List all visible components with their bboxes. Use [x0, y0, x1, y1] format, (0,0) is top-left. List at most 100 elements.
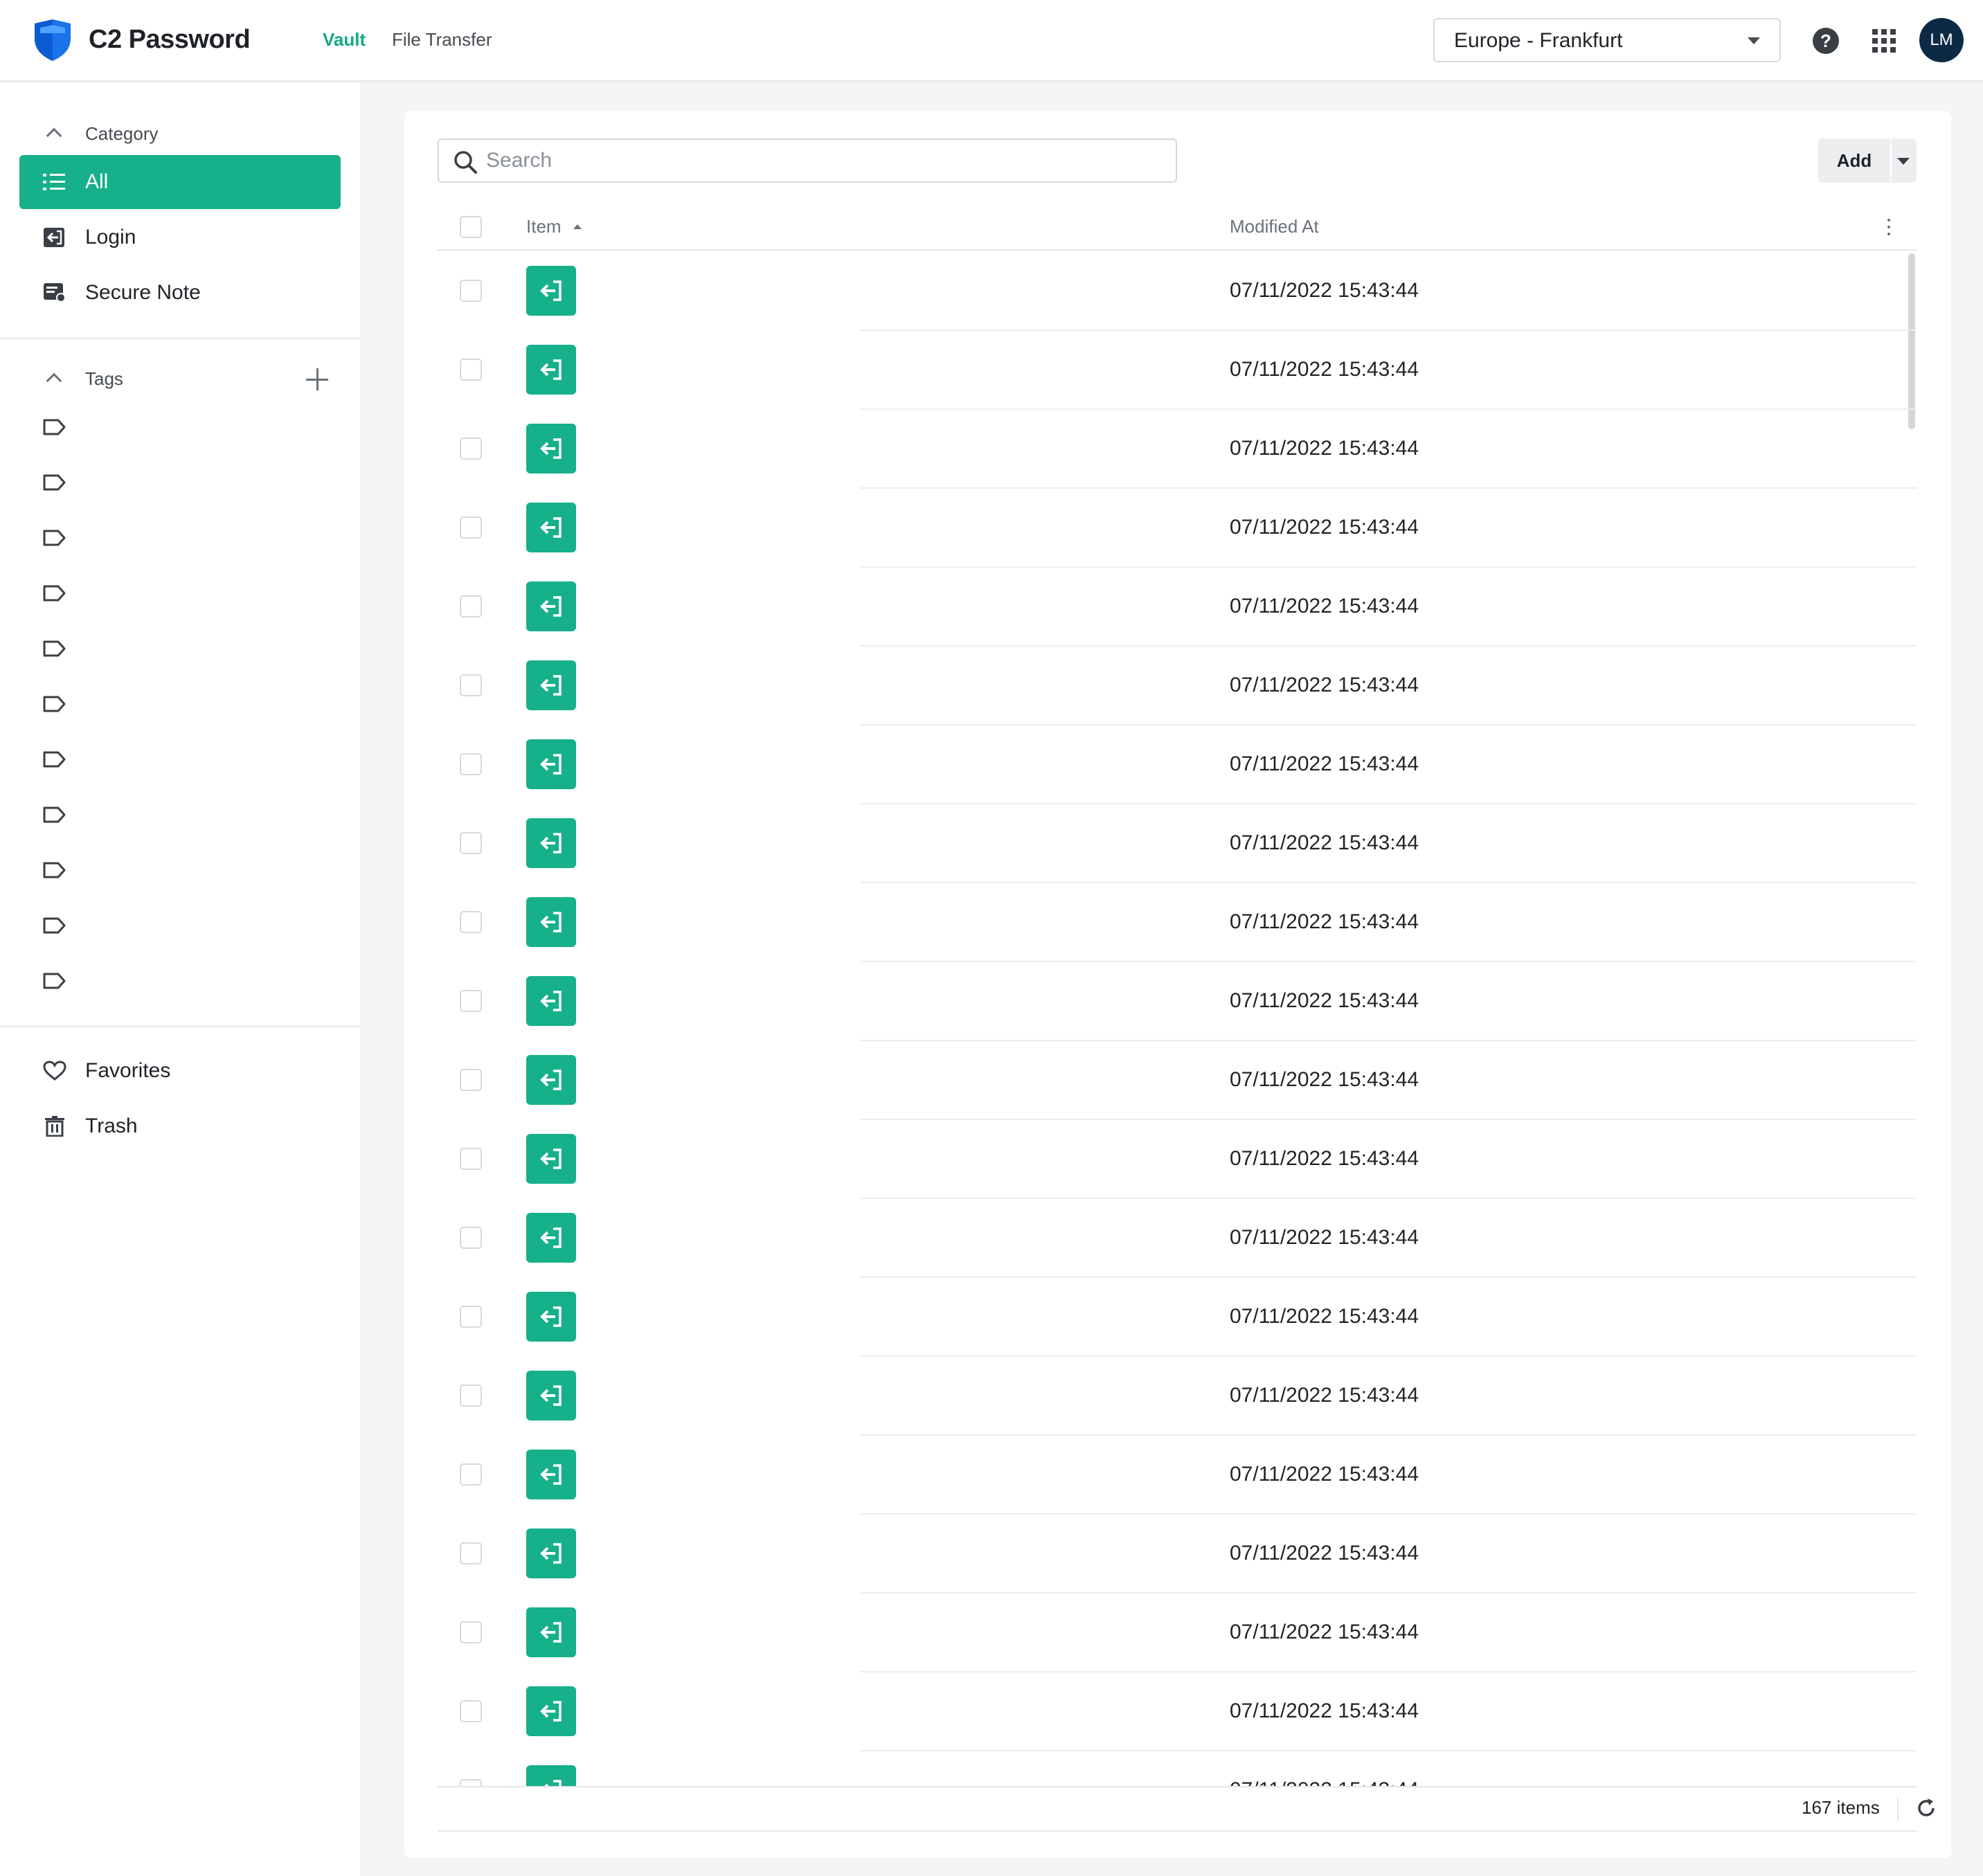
table-row[interactable]: 07/11/2022 15:43:44 — [438, 1594, 1917, 1672]
login-item-icon — [526, 1055, 576, 1105]
select-all-checkbox[interactable] — [460, 216, 482, 238]
login-item-icon — [526, 424, 576, 473]
secure-note-icon — [44, 283, 66, 303]
table-row[interactable]: 07/11/2022 15:43:44 — [438, 1672, 1917, 1751]
add-tag-icon[interactable] — [306, 368, 328, 390]
modified-at: 07/11/2022 15:43:44 — [1230, 279, 1419, 302]
sidebar-item-all[interactable]: All — [19, 155, 341, 209]
table-body[interactable]: 07/11/2022 15:43:44 07/11/2022 15:43:44 07… — [438, 252, 1917, 1786]
table-row[interactable]: 07/11/2022 15:43:44 — [438, 410, 1917, 489]
login-item-icon — [526, 266, 576, 316]
sidebar-item-favorites[interactable]: Favorites — [19, 1044, 341, 1098]
row-checkbox[interactable] — [460, 516, 482, 539]
table-row[interactable]: 07/11/2022 15:43:44 — [438, 883, 1917, 962]
row-checkbox[interactable] — [460, 280, 482, 302]
nav-vault[interactable]: Vault — [323, 28, 366, 51]
tag-icon[interactable] — [43, 750, 66, 768]
row-checkbox[interactable] — [460, 753, 482, 775]
modified-at: 07/11/2022 15:43:44 — [1230, 437, 1419, 460]
table-row[interactable]: 07/11/2022 15:43:44 — [438, 1515, 1917, 1594]
table-row[interactable]: 07/11/2022 15:43:44 — [438, 804, 1917, 883]
table-row[interactable]: 07/11/2022 15:43:44 — [438, 1436, 1917, 1515]
tag-icon[interactable] — [43, 972, 66, 990]
column-options-icon[interactable] — [1886, 217, 1892, 237]
row-checkbox[interactable] — [460, 832, 482, 854]
row-checkbox[interactable] — [460, 1148, 482, 1170]
table-row[interactable]: 07/11/2022 15:43:44 — [438, 1278, 1917, 1357]
tag-icon[interactable] — [43, 640, 66, 658]
row-checkbox[interactable] — [460, 1385, 482, 1407]
row-checkbox[interactable] — [460, 1621, 482, 1643]
add-button-label: Add — [1836, 150, 1872, 171]
login-item-icon — [526, 1450, 576, 1499]
item-count: 167 items — [1802, 1797, 1880, 1818]
login-item-icon — [526, 1607, 576, 1657]
tag-icon[interactable] — [43, 529, 66, 547]
modified-at: 07/11/2022 15:43:44 — [1230, 1463, 1419, 1486]
avatar[interactable]: LM — [1919, 18, 1964, 62]
table-row[interactable]: 07/11/2022 15:43:44 — [438, 1357, 1917, 1436]
search-input[interactable] — [486, 145, 1165, 176]
caret-down-icon[interactable] — [1897, 158, 1910, 165]
table-row[interactable]: 07/11/2022 15:43:44 — [438, 568, 1917, 647]
region-select[interactable]: Europe - Frankfurt — [1433, 18, 1781, 62]
table-row[interactable]: 07/11/2022 15:43:44 — [438, 1751, 1917, 1786]
table-row[interactable]: 07/11/2022 15:43:44 — [438, 489, 1917, 568]
table-row[interactable]: 07/11/2022 15:43:44 — [438, 725, 1917, 804]
app-grid-icon[interactable] — [1872, 29, 1896, 53]
row-checkbox[interactable] — [460, 674, 482, 696]
brand-name: C2 Password — [89, 25, 251, 54]
tag-icon[interactable] — [43, 473, 66, 491]
row-checkbox[interactable] — [460, 990, 482, 1012]
table-row[interactable]: 07/11/2022 15:43:44 — [438, 331, 1917, 410]
row-checkbox[interactable] — [460, 1542, 482, 1564]
table-row[interactable]: 07/11/2022 15:43:44 — [438, 647, 1917, 725]
table-row[interactable]: 07/11/2022 15:43:44 — [438, 1120, 1917, 1199]
modified-at: 07/11/2022 15:43:44 — [1230, 1621, 1419, 1643]
search-box[interactable] — [438, 138, 1177, 183]
nav-file-transfer[interactable]: File Transfer — [392, 28, 492, 51]
login-item-icon — [526, 1292, 576, 1342]
tag-icon[interactable] — [43, 917, 66, 935]
table-row[interactable]: 07/11/2022 15:43:44 — [438, 962, 1917, 1041]
category-section-header[interactable]: Category — [0, 116, 360, 151]
tag-icon[interactable] — [43, 861, 66, 879]
sidebar-item-login[interactable]: Login — [19, 210, 341, 264]
table-row[interactable]: 07/11/2022 15:43:44 — [438, 1199, 1917, 1278]
sort-asc-icon — [573, 224, 582, 229]
sidebar-item-secure-note[interactable]: Secure Note — [19, 266, 341, 320]
modified-at: 07/11/2022 15:43:44 — [1230, 1699, 1419, 1722]
refresh-icon[interactable] — [1915, 1797, 1937, 1819]
row-checkbox[interactable] — [460, 438, 482, 460]
tag-icon[interactable] — [43, 695, 66, 713]
row-checkbox[interactable] — [460, 1227, 482, 1249]
column-header-modified[interactable]: Modified At — [1230, 215, 1319, 237]
tag-icon[interactable] — [43, 584, 66, 602]
row-checkbox[interactable] — [460, 1700, 482, 1722]
sidebar-item-label: Secure Note — [85, 281, 201, 304]
table-row[interactable]: 07/11/2022 15:43:44 — [438, 1041, 1917, 1120]
table-header: Item Modified At — [438, 204, 1917, 251]
table-row[interactable]: 07/11/2022 15:43:44 — [438, 252, 1917, 331]
row-checkbox[interactable] — [460, 359, 482, 381]
column-header-item[interactable]: Item — [526, 215, 562, 237]
add-button[interactable]: Add — [1818, 138, 1917, 183]
question-icon[interactable]: ? — [1813, 28, 1839, 54]
sidebar-item-trash[interactable]: Trash — [19, 1099, 341, 1153]
region-select-value: Europe - Frankfurt — [1454, 29, 1623, 52]
sidebar: Category All Login Secure Note Tags Favo… — [0, 83, 360, 1876]
footer-divider — [1897, 1797, 1899, 1821]
modified-at: 07/11/2022 15:43:44 — [1230, 1068, 1419, 1091]
row-checkbox[interactable] — [460, 1463, 482, 1486]
tags-section-header[interactable]: Tags — [0, 361, 360, 396]
row-checkbox[interactable] — [460, 1306, 482, 1328]
row-checkbox[interactable] — [460, 911, 482, 933]
tag-icon[interactable] — [43, 806, 66, 824]
tag-icon[interactable] — [43, 418, 66, 436]
row-checkbox[interactable] — [460, 595, 482, 617]
row-checkbox[interactable] — [460, 1069, 482, 1091]
row-checkbox[interactable] — [460, 1779, 482, 1786]
sidebar-divider — [0, 338, 360, 339]
login-item-icon — [526, 1134, 576, 1184]
modified-at: 07/11/2022 15:43:44 — [1230, 989, 1419, 1012]
